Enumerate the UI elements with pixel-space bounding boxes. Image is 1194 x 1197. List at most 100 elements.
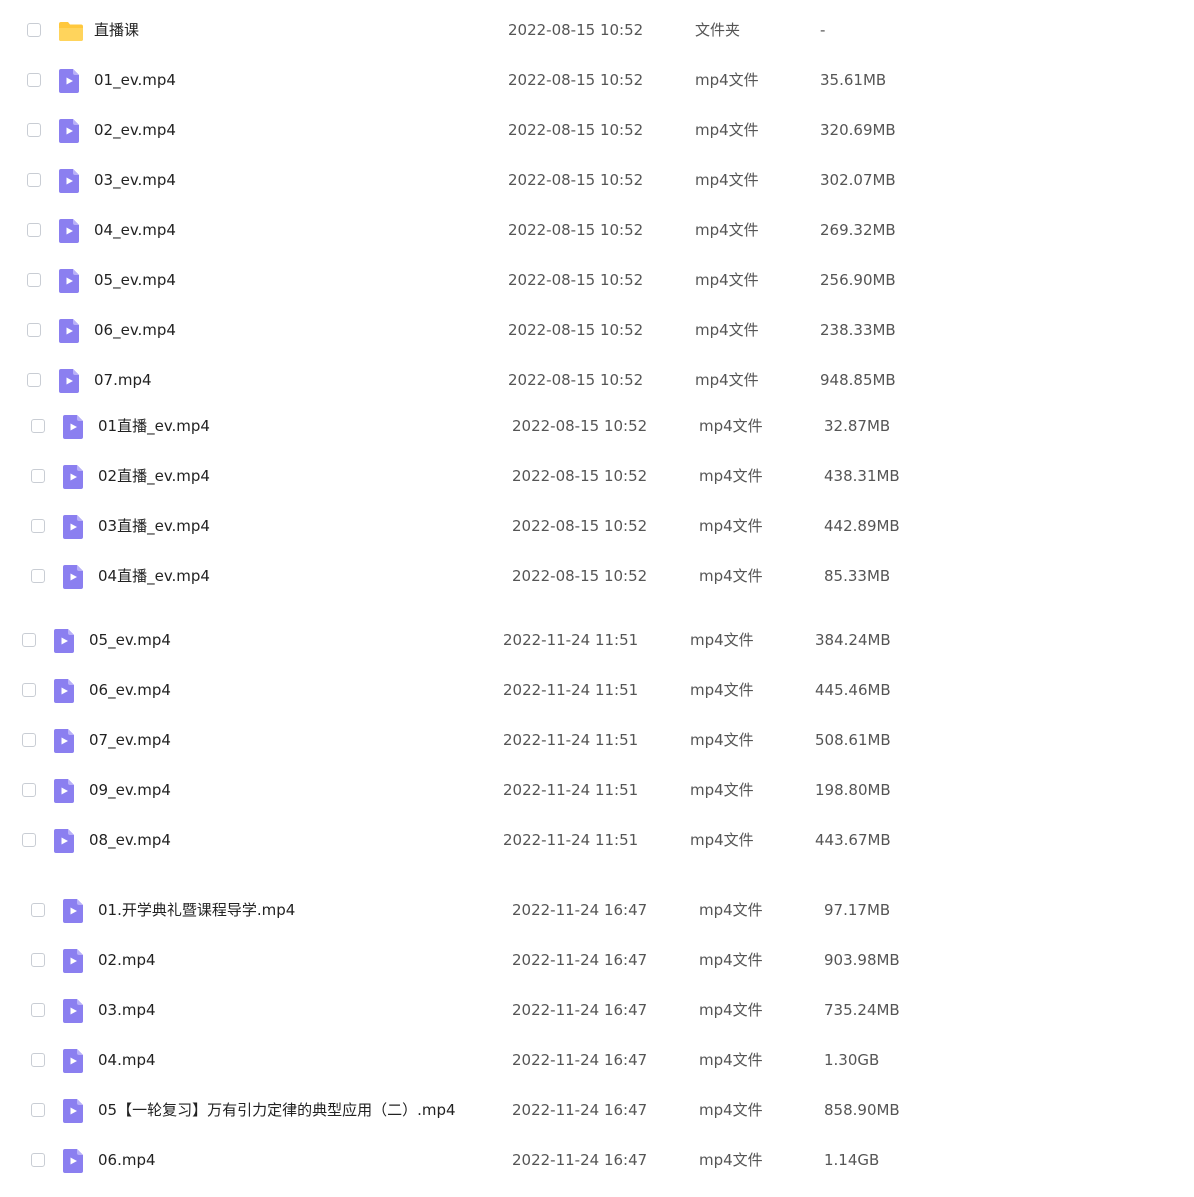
file-type: mp4文件 — [690, 781, 754, 799]
file-size: 238.33MB — [820, 321, 896, 339]
file-row[interactable]: 06_ev.mp4 2022-08-15 10:52 mp4文件 238.33MB — [0, 308, 1100, 358]
file-type: mp4文件 — [699, 1001, 763, 1019]
file-row[interactable]: 02_ev.mp4 2022-08-15 10:52 mp4文件 320.69MB — [0, 108, 1100, 158]
video-file-icon — [53, 828, 75, 854]
file-row[interactable]: 直播课 2022-08-15 10:52 文件夹 - — [0, 8, 1100, 58]
file-row[interactable]: 07_ev.mp4 2022-11-24 11:51 mp4文件 508.61MB — [0, 718, 1100, 768]
file-row[interactable]: 08_ev.mp4 2022-11-24 11:51 mp4文件 443.67MB — [0, 818, 1100, 868]
file-row[interactable]: 06_ev.mp4 2022-11-24 11:51 mp4文件 445.46MB — [0, 668, 1100, 718]
row-checkbox[interactable] — [31, 1003, 45, 1017]
file-type: mp4文件 — [699, 901, 763, 919]
row-checkbox[interactable] — [22, 683, 36, 697]
file-size: 302.07MB — [820, 171, 896, 189]
row-checkbox[interactable] — [22, 783, 36, 797]
file-name[interactable]: 01_ev.mp4 — [94, 58, 176, 102]
row-checkbox[interactable] — [22, 733, 36, 747]
file-name[interactable]: 07_ev.mp4 — [89, 718, 171, 762]
file-size: 35.61MB — [820, 71, 887, 89]
row-checkbox[interactable] — [27, 123, 41, 137]
file-name[interactable]: 05_ev.mp4 — [94, 258, 176, 302]
row-checkbox[interactable] — [27, 373, 41, 387]
modified-date: 2022-11-24 16:47 — [512, 951, 648, 969]
modified-date: 2022-11-24 16:47 — [512, 1051, 648, 1069]
file-row[interactable]: 04_ev.mp4 2022-08-15 10:52 mp4文件 269.32MB — [0, 208, 1100, 258]
file-name[interactable]: 01.开学典礼暨课程导学.mp4 — [98, 888, 295, 932]
file-size: 1.14GB — [824, 1151, 880, 1169]
file-size: 443.67MB — [815, 831, 891, 849]
file-name[interactable]: 02.mp4 — [98, 938, 156, 982]
file-name[interactable]: 04.mp4 — [98, 1038, 156, 1082]
row-checkbox[interactable] — [31, 419, 45, 433]
row-checkbox[interactable] — [31, 1053, 45, 1067]
file-row[interactable]: 04.mp4 2022-11-24 16:47 mp4文件 1.30GB — [0, 1038, 1100, 1088]
file-row[interactable]: 03直播_ev.mp4 2022-08-15 10:52 mp4文件 442.89MB — [0, 504, 1100, 554]
row-checkbox[interactable] — [31, 519, 45, 533]
file-row[interactable]: 09_ev.mp4 2022-11-24 11:51 mp4文件 198.80MB — [0, 768, 1100, 818]
file-row[interactable]: 03.mp4 2022-11-24 16:47 mp4文件 735.24MB — [0, 988, 1100, 1038]
row-checkbox[interactable] — [31, 469, 45, 483]
file-name[interactable]: 01直播_ev.mp4 — [98, 404, 210, 448]
file-name[interactable]: 03_ev.mp4 — [94, 158, 176, 202]
file-size: 442.89MB — [824, 517, 900, 535]
file-type: mp4文件 — [699, 1151, 763, 1169]
modified-date: 2022-08-15 10:52 — [512, 417, 648, 435]
file-type: mp4文件 — [690, 831, 754, 849]
file-name[interactable]: 08_ev.mp4 — [89, 818, 171, 862]
file-type: 文件夹 — [695, 21, 741, 39]
file-name[interactable]: 06.mp4 — [98, 1138, 156, 1182]
modified-date: 2022-08-15 10:52 — [508, 221, 644, 239]
modified-date: 2022-08-15 10:52 — [512, 567, 648, 585]
modified-date: 2022-08-15 10:52 — [508, 121, 644, 139]
modified-date: 2022-11-24 11:51 — [503, 731, 639, 749]
modified-date: 2022-11-24 11:51 — [503, 681, 639, 699]
file-row[interactable]: 01.开学典礼暨课程导学.mp4 2022-11-24 16:47 mp4文件 97.… — [0, 888, 1100, 938]
row-checkbox[interactable] — [27, 223, 41, 237]
file-row[interactable]: 01_ev.mp4 2022-08-15 10:52 mp4文件 35.61MB — [0, 58, 1100, 108]
file-row[interactable]: 03_ev.mp4 2022-08-15 10:52 mp4文件 302.07MB — [0, 158, 1100, 208]
row-checkbox[interactable] — [27, 23, 41, 37]
file-name[interactable]: 09_ev.mp4 — [89, 768, 171, 812]
file-name[interactable]: 03直播_ev.mp4 — [98, 504, 210, 548]
row-checkbox[interactable] — [31, 1153, 45, 1167]
file-type: mp4文件 — [695, 271, 759, 289]
file-row[interactable]: 05【一轮复习】万有引力定律的典型应用（二）.mp4 2022-11-24 16:… — [0, 1088, 1100, 1138]
file-row[interactable]: 02.mp4 2022-11-24 16:47 mp4文件 903.98MB — [0, 938, 1100, 988]
file-name[interactable]: 05【一轮复习】万有引力定律的典型应用（二）.mp4 — [98, 1088, 456, 1132]
row-checkbox[interactable] — [27, 273, 41, 287]
row-checkbox[interactable] — [31, 1103, 45, 1117]
file-name[interactable]: 06_ev.mp4 — [94, 308, 176, 352]
row-checkbox[interactable] — [22, 633, 36, 647]
row-checkbox[interactable] — [31, 953, 45, 967]
file-name[interactable]: 04_ev.mp4 — [94, 208, 176, 252]
file-row[interactable]: 02直播_ev.mp4 2022-08-15 10:52 mp4文件 438.31MB — [0, 454, 1100, 504]
file-row[interactable]: 05_ev.mp4 2022-08-15 10:52 mp4文件 256.90MB — [0, 258, 1100, 308]
video-file-icon — [58, 118, 80, 144]
file-size: 85.33MB — [824, 567, 891, 585]
file-name[interactable]: 04直播_ev.mp4 — [98, 554, 210, 598]
file-row[interactable]: 06.mp4 2022-11-24 16:47 mp4文件 1.14GB — [0, 1138, 1100, 1188]
row-checkbox[interactable] — [27, 173, 41, 187]
modified-date: 2022-08-15 10:52 — [508, 271, 644, 289]
file-name[interactable]: 03.mp4 — [98, 988, 156, 1032]
file-row[interactable]: 05_ev.mp4 2022-11-24 11:51 mp4文件 384.24MB — [0, 618, 1100, 668]
row-checkbox[interactable] — [27, 73, 41, 87]
video-file-icon — [58, 368, 80, 394]
file-name[interactable]: 06_ev.mp4 — [89, 668, 171, 712]
row-checkbox[interactable] — [22, 833, 36, 847]
row-checkbox[interactable] — [27, 323, 41, 337]
file-name[interactable]: 02_ev.mp4 — [94, 108, 176, 152]
file-name[interactable]: 直播课 — [94, 8, 139, 52]
video-file-icon — [53, 628, 75, 654]
file-row[interactable]: 04直播_ev.mp4 2022-08-15 10:52 mp4文件 85.33MB — [0, 554, 1100, 604]
file-row[interactable]: 07.mp4 2022-08-15 10:52 mp4文件 948.85MB — [0, 358, 1100, 408]
file-type: mp4文件 — [699, 567, 763, 585]
row-checkbox[interactable] — [31, 903, 45, 917]
file-name[interactable]: 02直播_ev.mp4 — [98, 454, 210, 498]
file-row[interactable]: 01直播_ev.mp4 2022-08-15 10:52 mp4文件 32.87MB — [0, 404, 1100, 454]
row-checkbox[interactable] — [31, 569, 45, 583]
modified-date: 2022-08-15 10:52 — [508, 21, 644, 39]
file-name[interactable]: 07.mp4 — [94, 358, 152, 402]
file-name[interactable]: 05_ev.mp4 — [89, 618, 171, 662]
file-size: 903.98MB — [824, 951, 900, 969]
modified-date: 2022-11-24 16:47 — [512, 1151, 648, 1169]
